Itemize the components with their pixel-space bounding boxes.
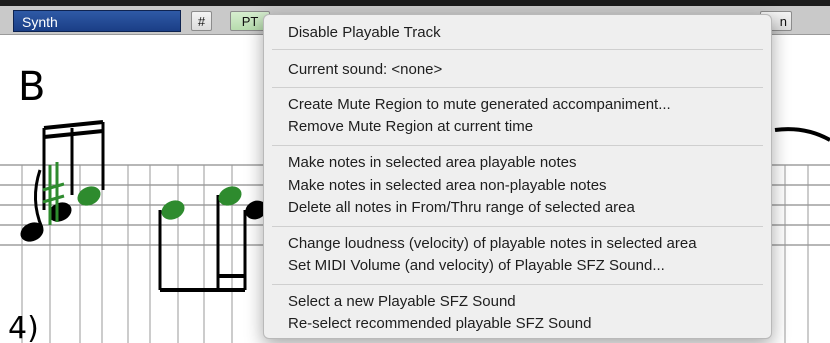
- menu-separator: [272, 87, 763, 88]
- menu-item-remove-mute-region[interactable]: Remove Mute Region at current time: [288, 117, 533, 137]
- menu-separator: [272, 145, 763, 146]
- menu-item-create-mute-region[interactable]: Create Mute Region to mute generated acc…: [288, 95, 671, 115]
- menu-item-disable-playable-track[interactable]: Disable Playable Track: [288, 23, 441, 43]
- note-group-middle[interactable]: [158, 183, 269, 292]
- menu-separator: [272, 226, 763, 227]
- menu-item-delete-notes[interactable]: Delete all notes in From/Thru range of s…: [288, 198, 635, 218]
- menu-separator: [272, 49, 763, 50]
- track-name-field[interactable]: Synth: [13, 10, 181, 32]
- menu-item-change-loudness[interactable]: Change loudness (velocity) of playable n…: [288, 234, 697, 254]
- menu-item-make-playable[interactable]: Make notes in selected area playable not…: [288, 153, 577, 173]
- menu-item-make-non-playable[interactable]: Make notes in selected area non-playable…: [288, 176, 607, 196]
- chord-symbol: B: [18, 64, 45, 110]
- playable-note-head[interactable]: [158, 197, 187, 223]
- menu-item-set-midi-volume[interactable]: Set MIDI Volume (and velocity) of Playab…: [288, 256, 665, 276]
- note-group-left[interactable]: [17, 120, 105, 245]
- menu-item-current-sound[interactable]: Current sound: <none>: [288, 60, 442, 80]
- menu-separator: [272, 284, 763, 285]
- toolbar-top-border: [0, 0, 830, 6]
- sharp-button[interactable]: #: [191, 11, 212, 31]
- menu-item-select-new-sfz[interactable]: Select a new Playable SFZ Sound: [288, 292, 516, 312]
- menu-item-reselect-sfz[interactable]: Re-select recommended playable SFZ Sound: [288, 314, 592, 334]
- context-menu: Disable Playable Track Current sound: <n…: [263, 14, 772, 339]
- bar-number: 4): [8, 311, 39, 343]
- tie-arc: [774, 127, 830, 142]
